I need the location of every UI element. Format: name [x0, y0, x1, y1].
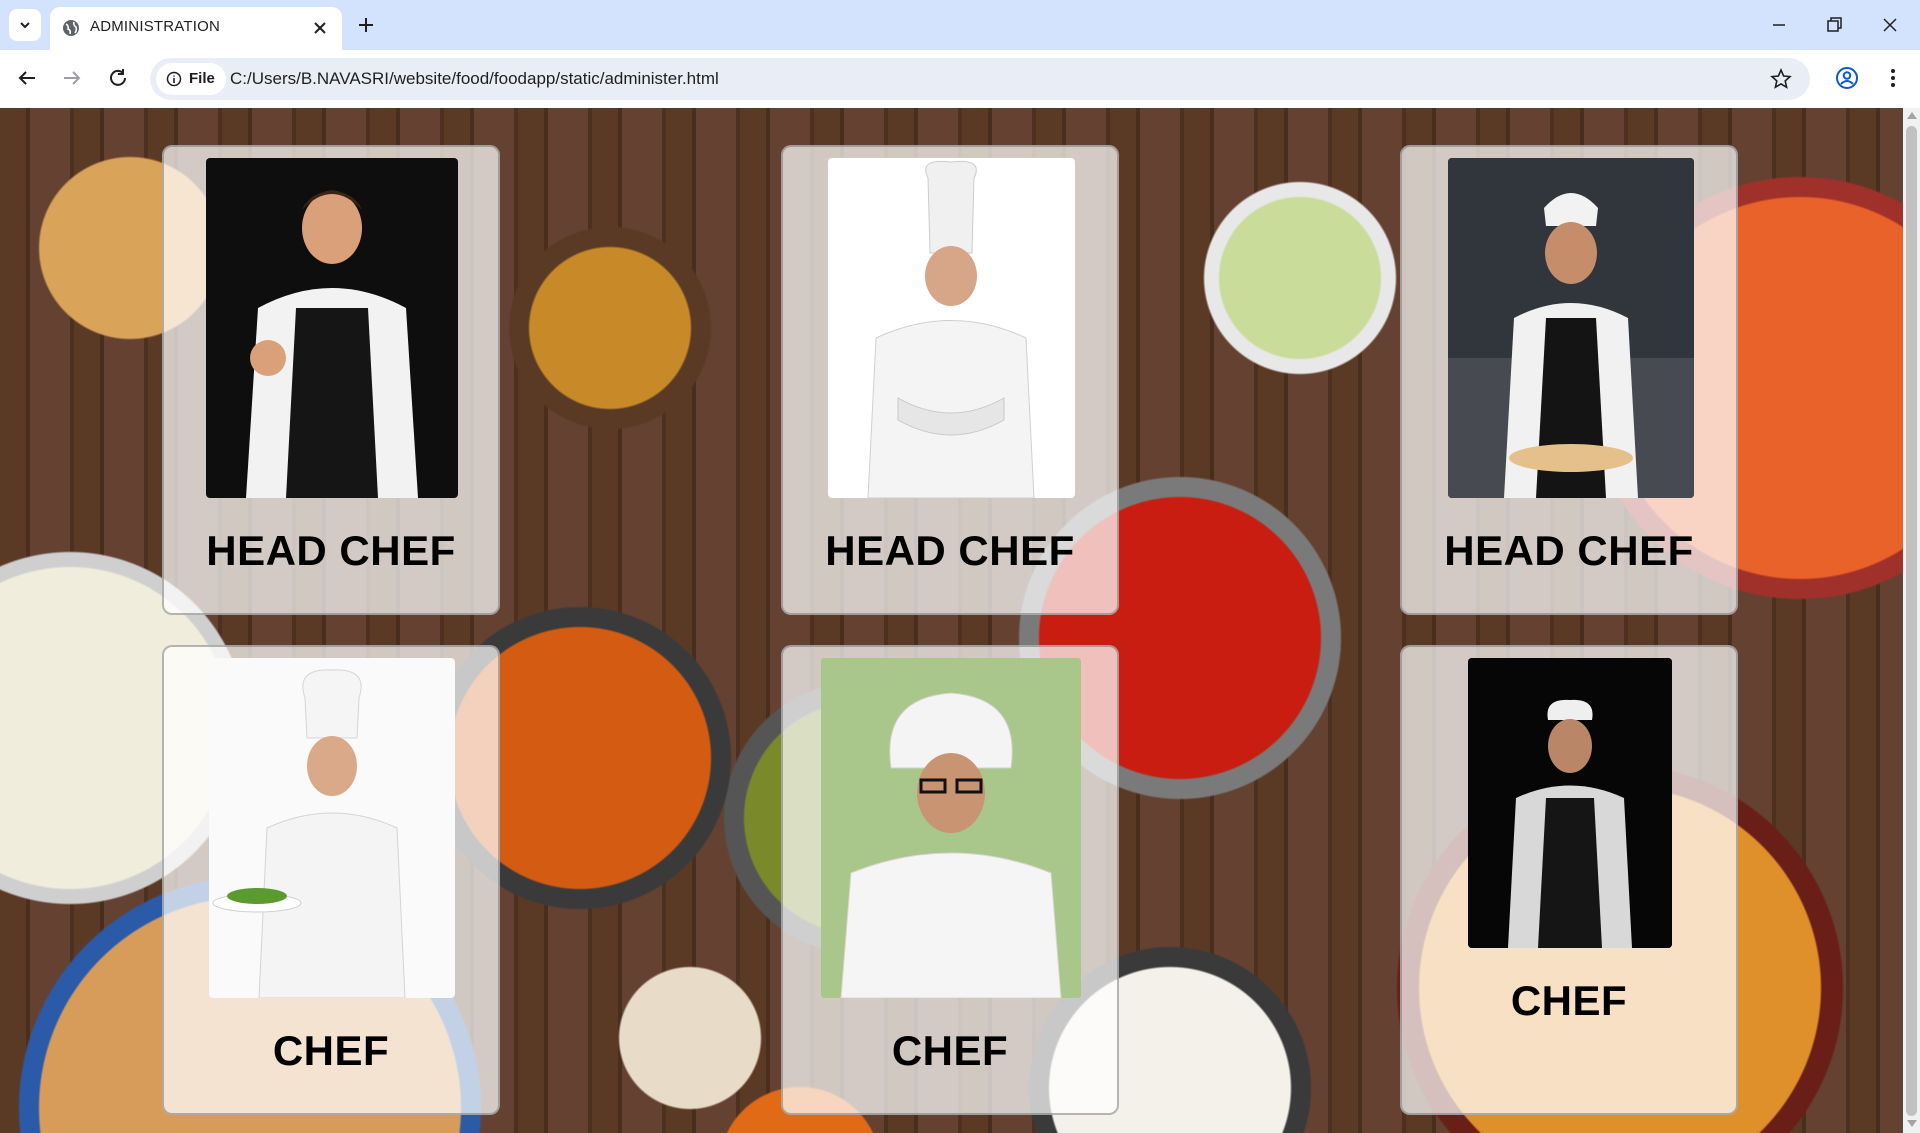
minimize-icon[interactable] — [1768, 14, 1790, 36]
senior-chef-icon — [1468, 658, 1672, 948]
scroll-thumb[interactable] — [1906, 126, 1917, 1116]
close-window-icon[interactable] — [1879, 14, 1901, 36]
reload-icon[interactable] — [106, 66, 130, 90]
address-bar[interactable]: File C:/Users/B.NAVASRI/website/food/foo… — [150, 58, 1810, 100]
chip-label: File — [189, 70, 215, 87]
globe-icon — [63, 20, 79, 36]
staff-photo — [828, 158, 1075, 498]
forward-arrow-icon[interactable] — [60, 66, 84, 90]
staff-role: HEAD CHEF — [1444, 527, 1694, 574]
more-menu-icon[interactable] — [1880, 65, 1906, 91]
chevron-down-icon — [20, 22, 30, 29]
staff-photo — [1468, 658, 1672, 948]
staff-card: HEAD CHEF — [1400, 145, 1738, 615]
back-arrow-icon[interactable] — [15, 66, 39, 90]
scroll-up-arrow-icon[interactable] — [1907, 112, 1917, 119]
scroll-down-arrow-icon[interactable] — [1907, 1120, 1917, 1127]
browser-tab[interactable]: ADMINISTRATION — [50, 7, 342, 50]
close-tab-icon[interactable] — [312, 20, 328, 36]
browser-toolbar: File C:/Users/B.NAVASRI/website/food/foo… — [0, 50, 1920, 108]
url-text[interactable]: C:/Users/B.NAVASRI/website/food/foodapp/… — [230, 69, 719, 89]
staff-photo — [209, 658, 455, 998]
new-tab-icon[interactable] — [356, 15, 376, 35]
bookmark-star-icon[interactable] — [1770, 68, 1792, 90]
staff-role: CHEF — [272, 1027, 390, 1074]
tab-title: ADMINISTRATION — [90, 18, 221, 35]
browser-tab-strip: ADMINISTRATION — [0, 0, 1920, 50]
vertical-scrollbar[interactable] — [1903, 108, 1920, 1133]
male-chef-thumbs-up-icon — [246, 190, 418, 498]
staff-card: CHEF — [1400, 645, 1738, 1115]
staff-photo — [1448, 158, 1694, 498]
site-info-chip[interactable]: File — [156, 63, 226, 95]
staff-role: CHEF — [1510, 977, 1628, 1024]
female-chef-pizza-icon — [1448, 158, 1694, 498]
chef-with-glasses-icon — [821, 658, 1081, 998]
profile-icon[interactable] — [1834, 65, 1860, 91]
staff-photo — [821, 658, 1081, 998]
staff-photo — [206, 158, 458, 498]
staff-role: CHEF — [891, 1027, 1009, 1074]
tab-search-button[interactable] — [9, 9, 41, 41]
staff-role: HEAD CHEF — [825, 527, 1075, 574]
staff-role: HEAD CHEF — [206, 527, 456, 574]
staff-card: CHEF — [781, 645, 1119, 1115]
staff-card: HEAD CHEF — [781, 145, 1119, 615]
staff-card: HEAD CHEF — [162, 145, 500, 615]
staff-card: CHEF — [162, 645, 500, 1115]
restore-icon[interactable] — [1823, 14, 1845, 36]
info-icon — [166, 71, 182, 87]
male-chef-arms-crossed-icon — [867, 160, 1035, 498]
chef-holding-salad-icon — [212, 669, 406, 998]
page-background: HEAD CHEF HEAD CHEF HEAD CHEF CHEF CHEF … — [0, 108, 1903, 1133]
